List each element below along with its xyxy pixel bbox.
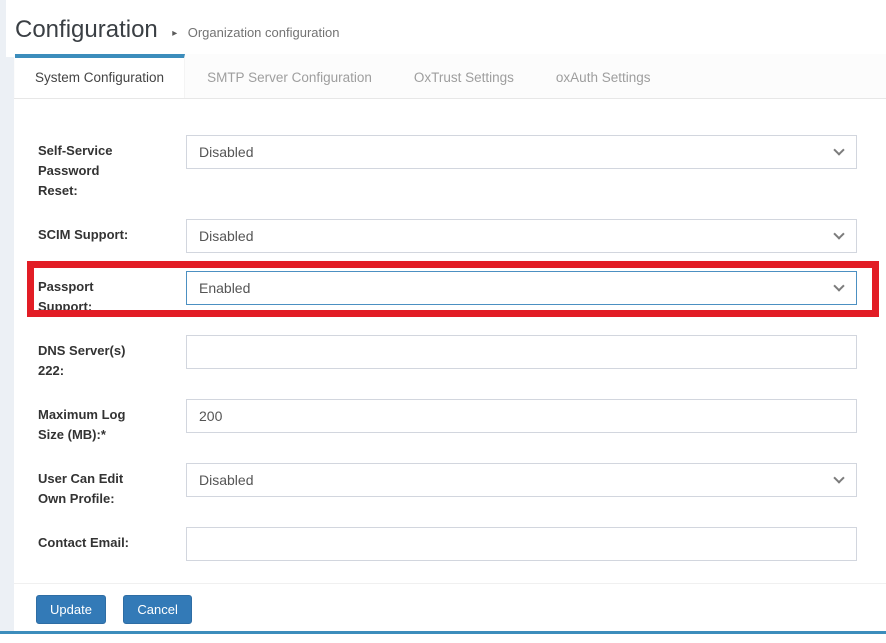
tab-oxtrust-settings[interactable]: OxTrust Settings bbox=[394, 54, 534, 98]
page-title: Configuration bbox=[15, 16, 158, 43]
system-configuration-form: Self-Service Password Reset: Disabled SC… bbox=[14, 99, 886, 579]
field-row-scim-support: SCIM Support: Disabled bbox=[38, 219, 857, 253]
contact-email-input[interactable] bbox=[186, 527, 857, 561]
tab-oxauth-settings[interactable]: oxAuth Settings bbox=[536, 54, 671, 98]
self-service-password-reset-label: Self-Service Password Reset: bbox=[38, 143, 113, 198]
form-footer: Update Cancel bbox=[14, 583, 886, 624]
dns-servers-input[interactable] bbox=[186, 335, 857, 369]
bottom-accent-line bbox=[0, 631, 886, 634]
field-row-maximum-log-size: Maximum Log Size (MB):* bbox=[38, 399, 857, 445]
passport-support-label: Passport Support: bbox=[38, 279, 94, 314]
maximum-log-size-label: Maximum Log Size (MB):* bbox=[38, 407, 126, 442]
left-gutter bbox=[0, 57, 14, 631]
user-can-edit-own-profile-label: User Can Edit Own Profile: bbox=[38, 471, 124, 506]
left-gutter-top bbox=[0, 0, 6, 57]
self-service-password-reset-select[interactable]: Disabled bbox=[186, 135, 857, 169]
field-row-user-can-edit-own-profile: User Can Edit Own Profile: Disabled bbox=[38, 463, 857, 509]
field-row-contact-email: Contact Email: bbox=[38, 527, 857, 561]
scim-support-select[interactable]: Disabled bbox=[186, 219, 857, 253]
cancel-button[interactable]: Cancel bbox=[123, 595, 192, 624]
tab-system-configuration[interactable]: System Configuration bbox=[15, 54, 186, 98]
tab-smtp-server-configuration[interactable]: SMTP Server Configuration bbox=[187, 54, 392, 98]
field-row-dns-servers: DNS Server(s) 222: bbox=[38, 335, 857, 381]
user-can-edit-own-profile-select[interactable]: Disabled bbox=[186, 463, 857, 497]
field-row-passport-support: Passport Support: Enabled bbox=[27, 261, 879, 317]
contact-email-label: Contact Email: bbox=[38, 535, 130, 550]
breadcrumb-arrow-icon: ▸ bbox=[172, 28, 178, 39]
breadcrumb: Organization configuration bbox=[187, 25, 340, 40]
passport-support-select[interactable]: Enabled bbox=[186, 271, 857, 305]
tab-bar: System Configuration SMTP Server Configu… bbox=[14, 54, 886, 99]
page-header: Configuration ▸ Organization configurati… bbox=[0, 0, 886, 54]
maximum-log-size-input[interactable] bbox=[186, 399, 857, 433]
dns-servers-label: DNS Server(s) 222: bbox=[38, 343, 126, 378]
field-row-self-service-password-reset: Self-Service Password Reset: Disabled bbox=[38, 135, 857, 201]
scim-support-label: SCIM Support: bbox=[38, 227, 129, 242]
update-button[interactable]: Update bbox=[36, 595, 106, 624]
